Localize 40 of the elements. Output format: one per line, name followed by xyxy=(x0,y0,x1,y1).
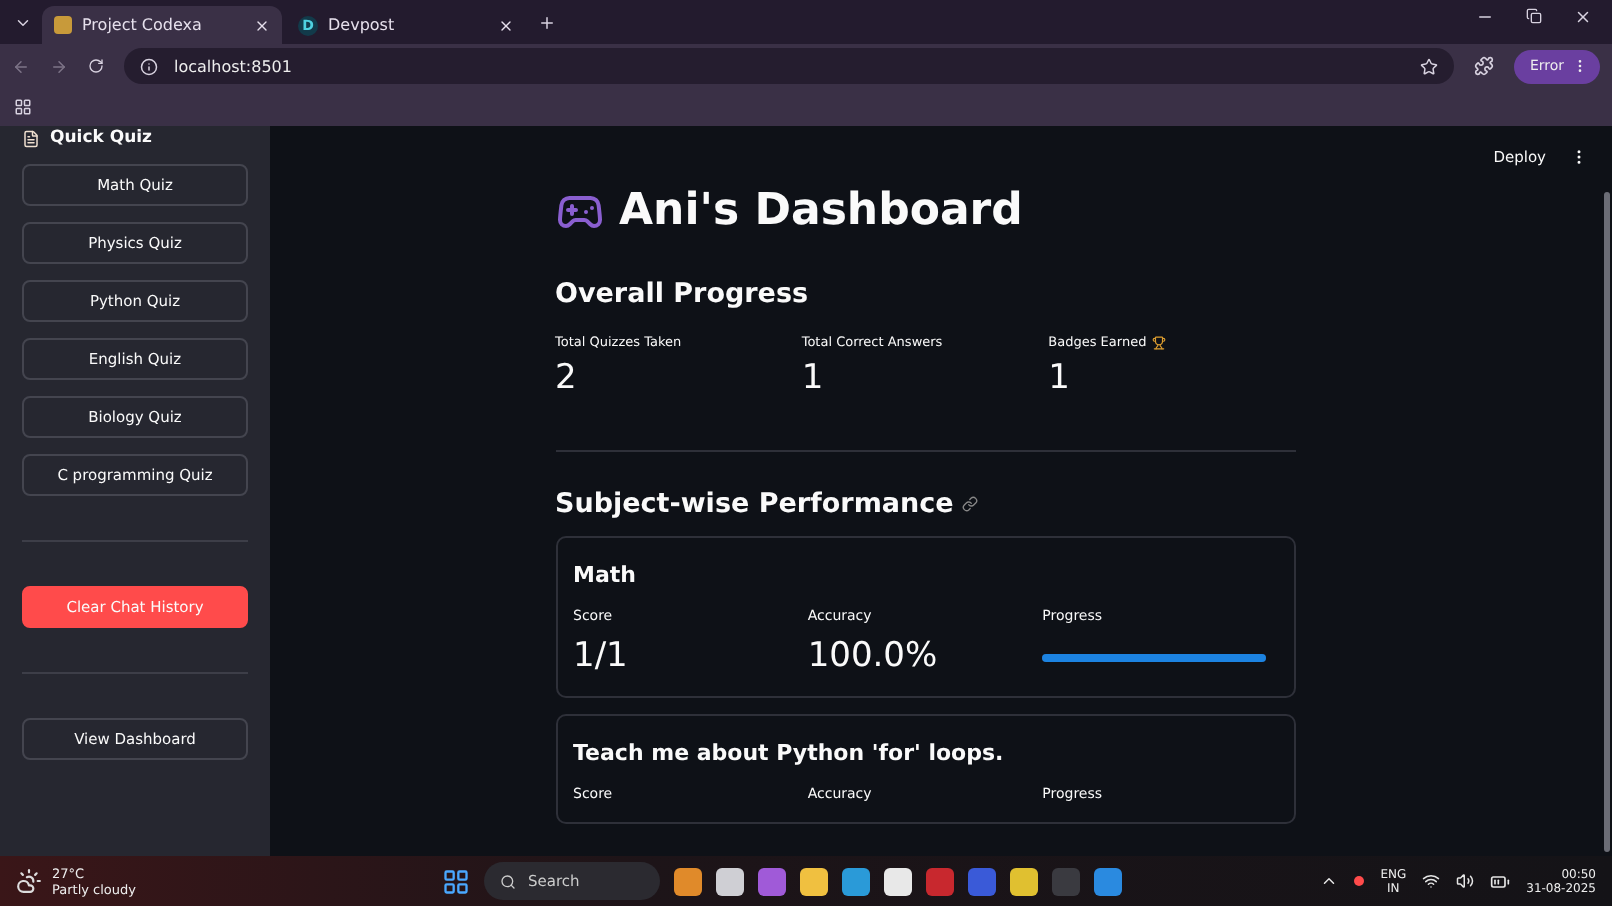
new-tab-icon[interactable] xyxy=(538,13,556,31)
star-icon[interactable] xyxy=(1419,57,1438,75)
metric-value: 2 xyxy=(555,358,579,398)
score-value: 1/1 xyxy=(573,636,630,676)
section-heading: Overall Progress xyxy=(555,278,809,310)
taskbar-app-icon[interactable] xyxy=(716,867,744,895)
back-icon[interactable] xyxy=(12,57,30,75)
reload-icon[interactable] xyxy=(88,58,104,74)
info-icon xyxy=(140,57,158,75)
page-icon xyxy=(54,16,72,34)
trophy-icon xyxy=(1152,335,1167,349)
address-bar[interactable]: localhost:8501 xyxy=(124,48,1454,84)
taskbar-app-icon[interactable] xyxy=(674,867,702,895)
battery-icon[interactable] xyxy=(1490,871,1511,891)
extension-icon[interactable] xyxy=(1473,56,1494,76)
scrollbar[interactable] xyxy=(1604,192,1610,852)
link-icon xyxy=(961,496,978,512)
wifi-icon[interactable] xyxy=(1422,872,1441,890)
restore-icon[interactable] xyxy=(1526,7,1542,23)
close-icon[interactable] xyxy=(498,17,514,33)
accuracy-value: 100.0% xyxy=(807,636,940,676)
status-dot-icon[interactable] xyxy=(1354,876,1365,886)
subject-title: Teach me about Python 'for' loops. xyxy=(573,740,1006,766)
search-icon xyxy=(500,873,516,889)
close-icon[interactable] xyxy=(254,17,270,33)
browser-tab[interactable]: Project Codexa xyxy=(42,6,282,44)
windows-start-icon[interactable] xyxy=(442,867,470,895)
close-icon[interactable] xyxy=(1574,7,1592,25)
metric-value: 1 xyxy=(1048,358,1072,398)
sidebar-title: Quick Quiz xyxy=(50,128,152,148)
apps-icon[interactable] xyxy=(14,98,32,116)
forward-icon[interactable] xyxy=(50,57,68,75)
speaker-icon[interactable] xyxy=(1456,872,1475,890)
weather-icon[interactable] xyxy=(16,868,42,894)
chevron-up-icon[interactable] xyxy=(1320,872,1339,890)
section-heading: Subject-wise Performance xyxy=(555,488,954,520)
subject-title: Math xyxy=(573,562,638,588)
memo-icon xyxy=(22,129,40,147)
metric-value: 1 xyxy=(801,358,826,398)
page-title: Ani's Dashboard xyxy=(619,186,1023,236)
